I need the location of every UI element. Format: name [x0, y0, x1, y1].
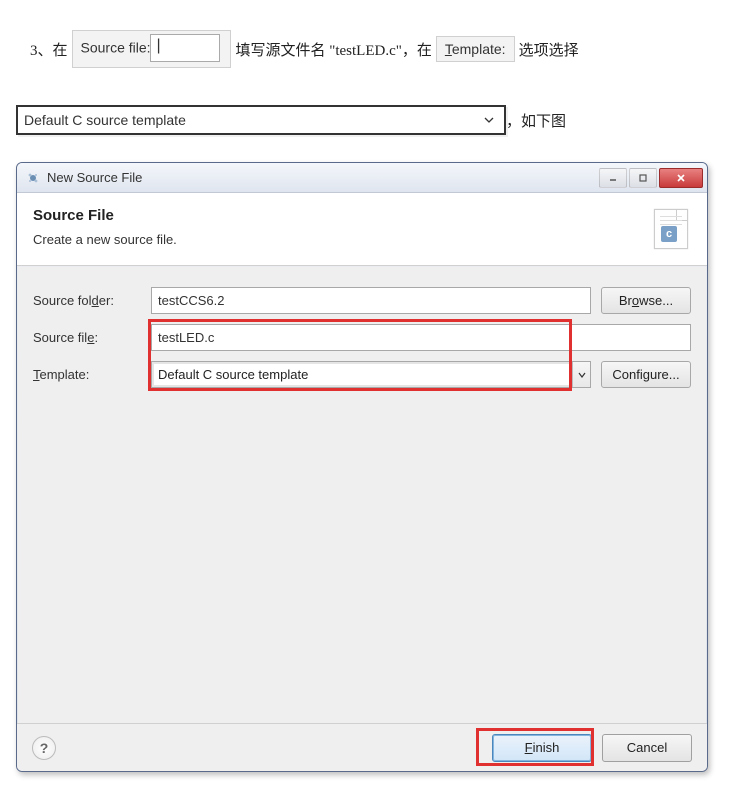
- template-dropdown-value: Default C source template: [158, 367, 572, 382]
- dialog-title: New Source File: [47, 170, 597, 185]
- chevron-down-icon: [572, 362, 590, 387]
- c-letter-badge: c: [661, 226, 677, 242]
- instruction-row-1: 3、在 Source file: 填写源文件名 "testLED.c"，在 Te…: [30, 30, 712, 68]
- source-folder-label: Source folder:: [33, 293, 151, 308]
- instruction-row-2: Default C source template ，如下图: [16, 105, 566, 135]
- instruction-after-dropdown: ，如下图: [506, 110, 566, 131]
- dialog-header: Source File Create a new source file. c: [17, 193, 707, 266]
- inline-template-dropdown-text: Default C source template: [24, 112, 186, 128]
- inline-source-file-label-text: Source file:: [81, 40, 151, 56]
- inline-template-label: Template:: [436, 36, 515, 62]
- instruction-prefix: 3、在: [30, 39, 68, 60]
- dialog-footer: ? Finish Cancel: [17, 723, 707, 771]
- finish-button[interactable]: Finish: [492, 734, 592, 762]
- inline-source-file-label: Source file:: [72, 30, 232, 68]
- cancel-button[interactable]: Cancel: [602, 734, 692, 762]
- browse-button[interactable]: Browse...: [601, 287, 691, 314]
- inline-template-dropdown: Default C source template: [16, 105, 506, 135]
- instruction-after-src: 填写源文件名 "testLED.c"，在: [235, 39, 431, 60]
- app-icon: [25, 170, 41, 186]
- minimize-button[interactable]: [599, 168, 627, 188]
- source-file-input[interactable]: [151, 324, 691, 351]
- chevron-down-icon: [480, 111, 498, 129]
- inline-empty-field: [150, 34, 220, 62]
- inline-template-label-text: Template:: [445, 41, 506, 57]
- header-subtitle: Create a new source file.: [33, 232, 651, 247]
- template-row: Template: Default C source template Conf…: [33, 361, 691, 388]
- source-folder-input[interactable]: [151, 287, 591, 314]
- help-button[interactable]: ?: [32, 736, 56, 760]
- dialog-titlebar: New Source File: [17, 163, 707, 193]
- configure-button[interactable]: Configure...: [601, 361, 691, 388]
- finish-button-label: Finish: [525, 740, 560, 755]
- help-icon-text: ?: [40, 740, 49, 756]
- dialog-main: Source folder: Browse... Source file: Te…: [18, 267, 706, 723]
- configure-button-label: Configure...: [612, 367, 679, 382]
- close-button[interactable]: [659, 168, 703, 188]
- source-file-label: Source file:: [33, 330, 151, 345]
- template-dropdown[interactable]: Default C source template: [151, 361, 591, 388]
- maximize-button[interactable]: [629, 168, 657, 188]
- new-source-file-dialog: New Source File Source File Create a new…: [16, 162, 708, 772]
- c-file-icon: c: [651, 207, 691, 251]
- header-title: Source File: [33, 207, 651, 224]
- template-label: Template:: [33, 367, 151, 382]
- source-folder-row: Source folder: Browse...: [33, 287, 691, 314]
- source-file-row: Source file:: [33, 324, 691, 351]
- window-controls: [597, 168, 703, 188]
- cancel-button-label: Cancel: [627, 740, 667, 755]
- instruction-after-tpl: 选项选择: [519, 39, 579, 60]
